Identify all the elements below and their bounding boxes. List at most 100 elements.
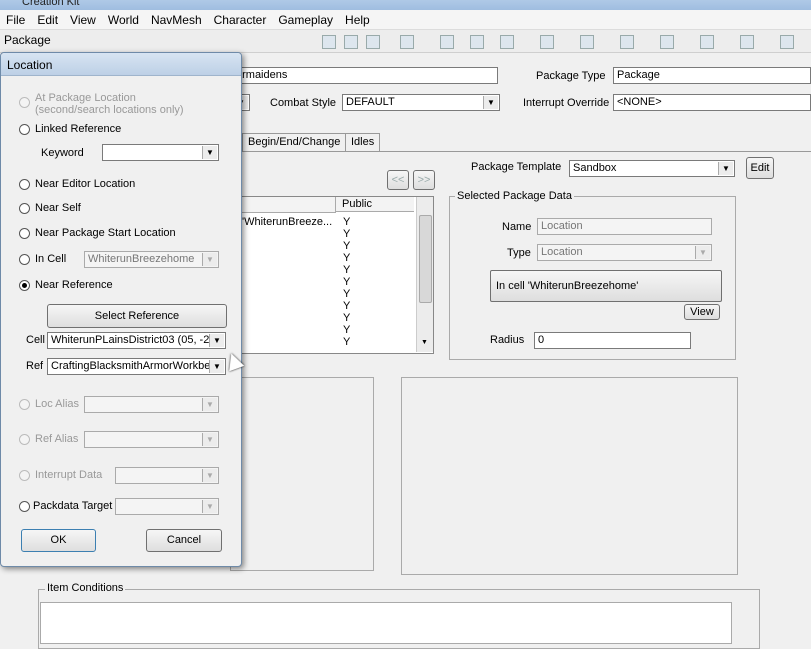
chevron-down-icon: ▼ (483, 96, 498, 109)
ref-select[interactable]: CraftingBlacksmithArmorWorkben ▼ (47, 358, 226, 375)
interrupt-override-select[interactable]: <NONE> (613, 94, 811, 111)
packdata-target-select: ▼ (115, 498, 219, 515)
radius-label: Radius (490, 334, 525, 346)
menu-view[interactable]: View (64, 10, 102, 27)
radio-packdata-target[interactable] (19, 501, 30, 512)
app-title: Creation Kit (22, 0, 80, 8)
chevron-down-icon: ▼ (718, 162, 733, 175)
location-button[interactable]: In cell 'WhiterunBreezehome' (490, 270, 722, 302)
cell-label: Cell (26, 334, 45, 346)
menu-character[interactable]: Character (208, 10, 273, 27)
cell-value: WhiterunPLainsDistrict03 (05, -2 (51, 334, 210, 346)
near-self-label[interactable]: Near Self (35, 202, 81, 214)
radio-near-reference[interactable] (19, 280, 30, 291)
menu-bar: File Edit View World NavMesh Character Gamepla… (0, 10, 811, 30)
menu-help[interactable]: Help (339, 10, 376, 27)
toolbar-icon[interactable] (500, 35, 514, 49)
package-type-select[interactable]: Package (613, 67, 811, 84)
radio-loc-alias (19, 399, 30, 410)
item-conditions-label: Item Conditions (45, 582, 126, 594)
chevron-down-icon: ▼ (202, 398, 217, 411)
list-public-value: Y (343, 264, 351, 276)
toolbar-icon[interactable] (344, 35, 358, 49)
list-header-name[interactable] (239, 197, 336, 213)
list-header-public[interactable]: Public (336, 197, 414, 212)
tab-idles[interactable]: Idles (345, 133, 381, 151)
toolbar-icon[interactable] (780, 35, 794, 49)
linked-reference-label[interactable]: Linked Reference (35, 123, 121, 135)
package-template-select[interactable]: Sandbox ▼ (569, 160, 735, 177)
package-template-value: Sandbox (573, 162, 617, 174)
chevron-down-icon: ▼ (695, 246, 710, 259)
list-public-value: Y (343, 288, 351, 300)
list-public-value: Y (343, 240, 351, 252)
view-button[interactable]: View (684, 304, 720, 320)
in-cell-label[interactable]: In Cell (35, 253, 66, 265)
list-item-name[interactable]: 'WhiterunBreeze... (242, 216, 332, 228)
interrupt-override-label: Interrupt Override (523, 97, 610, 109)
at-package-location-label: At Package Location (35, 92, 136, 104)
near-editor-location-label[interactable]: Near Editor Location (35, 178, 135, 190)
keyword-select[interactable]: ▼ (102, 144, 219, 161)
ref-alias-label: Ref Alias (35, 433, 79, 445)
ok-button[interactable]: OK (21, 529, 96, 552)
list-public-value: Y (343, 216, 351, 228)
interrupt-data-label: Interrupt Data (35, 469, 103, 481)
cell-select[interactable]: WhiterunPLainsDistrict03 (05, -2 ▼ (47, 332, 226, 349)
list-public-value: Y (343, 228, 351, 240)
menu-file[interactable]: File (0, 10, 31, 27)
radio-at-package-location (19, 97, 30, 108)
list-public-column: YYYYYYYYYYY (343, 216, 383, 348)
chevron-down-icon: ▼ (202, 500, 217, 513)
menu-world[interactable]: World (102, 10, 145, 27)
toolbar-icon[interactable] (540, 35, 554, 49)
next-button[interactable]: >> (413, 170, 435, 190)
radio-near-package-start[interactable] (19, 228, 30, 239)
radio-near-editor-location[interactable] (19, 179, 30, 190)
list-scrollbar-thumb[interactable] (419, 215, 432, 303)
item-conditions-list[interactable] (40, 602, 732, 644)
toolbar-icon[interactable] (580, 35, 594, 49)
near-package-start-label[interactable]: Near Package Start Location (35, 227, 176, 239)
package-id-field[interactable]: armaidens (232, 67, 498, 84)
radio-in-cell[interactable] (19, 254, 30, 265)
loc-alias-select: ▼ (84, 396, 219, 413)
combat-style-select[interactable]: DEFAULT ▼ (342, 94, 500, 111)
dialog-title: Location (7, 58, 53, 72)
package-data-list[interactable]: Public 'WhiterunBreeze... YYYYYYYYYYY ▼ (238, 196, 434, 354)
radio-near-self[interactable] (19, 203, 30, 214)
radio-interrupt-data (19, 470, 30, 481)
menu-navmesh[interactable]: NavMesh (145, 10, 208, 27)
package-template-label: Package Template (471, 161, 562, 173)
toolbar-icon[interactable] (440, 35, 454, 49)
radius-field[interactable]: 0 (534, 332, 691, 349)
cancel-button[interactable]: Cancel (146, 529, 222, 552)
location-dialog: Location At Package Location (second/sea… (0, 52, 242, 567)
toolbar-icon[interactable] (660, 35, 674, 49)
loc-alias-label: Loc Alias (35, 398, 80, 410)
combat-style-label: Combat Style (270, 97, 337, 109)
edit-template-button[interactable]: Edit (746, 157, 774, 179)
packdata-target-label[interactable]: Packdata Target (33, 500, 112, 512)
keyword-label: Keyword (41, 147, 84, 159)
data-type-value: Location (541, 246, 583, 258)
toolbar-icon[interactable] (740, 35, 754, 49)
radio-linked-reference[interactable] (19, 124, 30, 135)
toolbar-icon[interactable] (322, 35, 336, 49)
scroll-down-icon[interactable]: ▼ (421, 339, 428, 346)
app-title-bar: Creation Kit (0, 0, 811, 10)
toolbar-icon[interactable] (700, 35, 714, 49)
toolbar-icon[interactable] (366, 35, 380, 49)
list-scrollbar[interactable]: ▼ (416, 197, 433, 352)
toolbar-icon[interactable] (620, 35, 634, 49)
tab-begin-end-change[interactable]: Begin/End/Change (242, 133, 347, 151)
near-reference-label[interactable]: Near Reference (35, 279, 113, 291)
toolbar-icon[interactable] (400, 35, 414, 49)
toolbar-icon[interactable] (470, 35, 484, 49)
list-public-value: Y (343, 252, 351, 264)
prev-button[interactable]: << (387, 170, 409, 190)
chevron-down-icon: ▼ (202, 146, 217, 159)
select-reference-button[interactable]: Select Reference (47, 304, 227, 328)
menu-edit[interactable]: Edit (31, 10, 64, 27)
menu-gameplay[interactable]: Gameplay (272, 10, 339, 27)
